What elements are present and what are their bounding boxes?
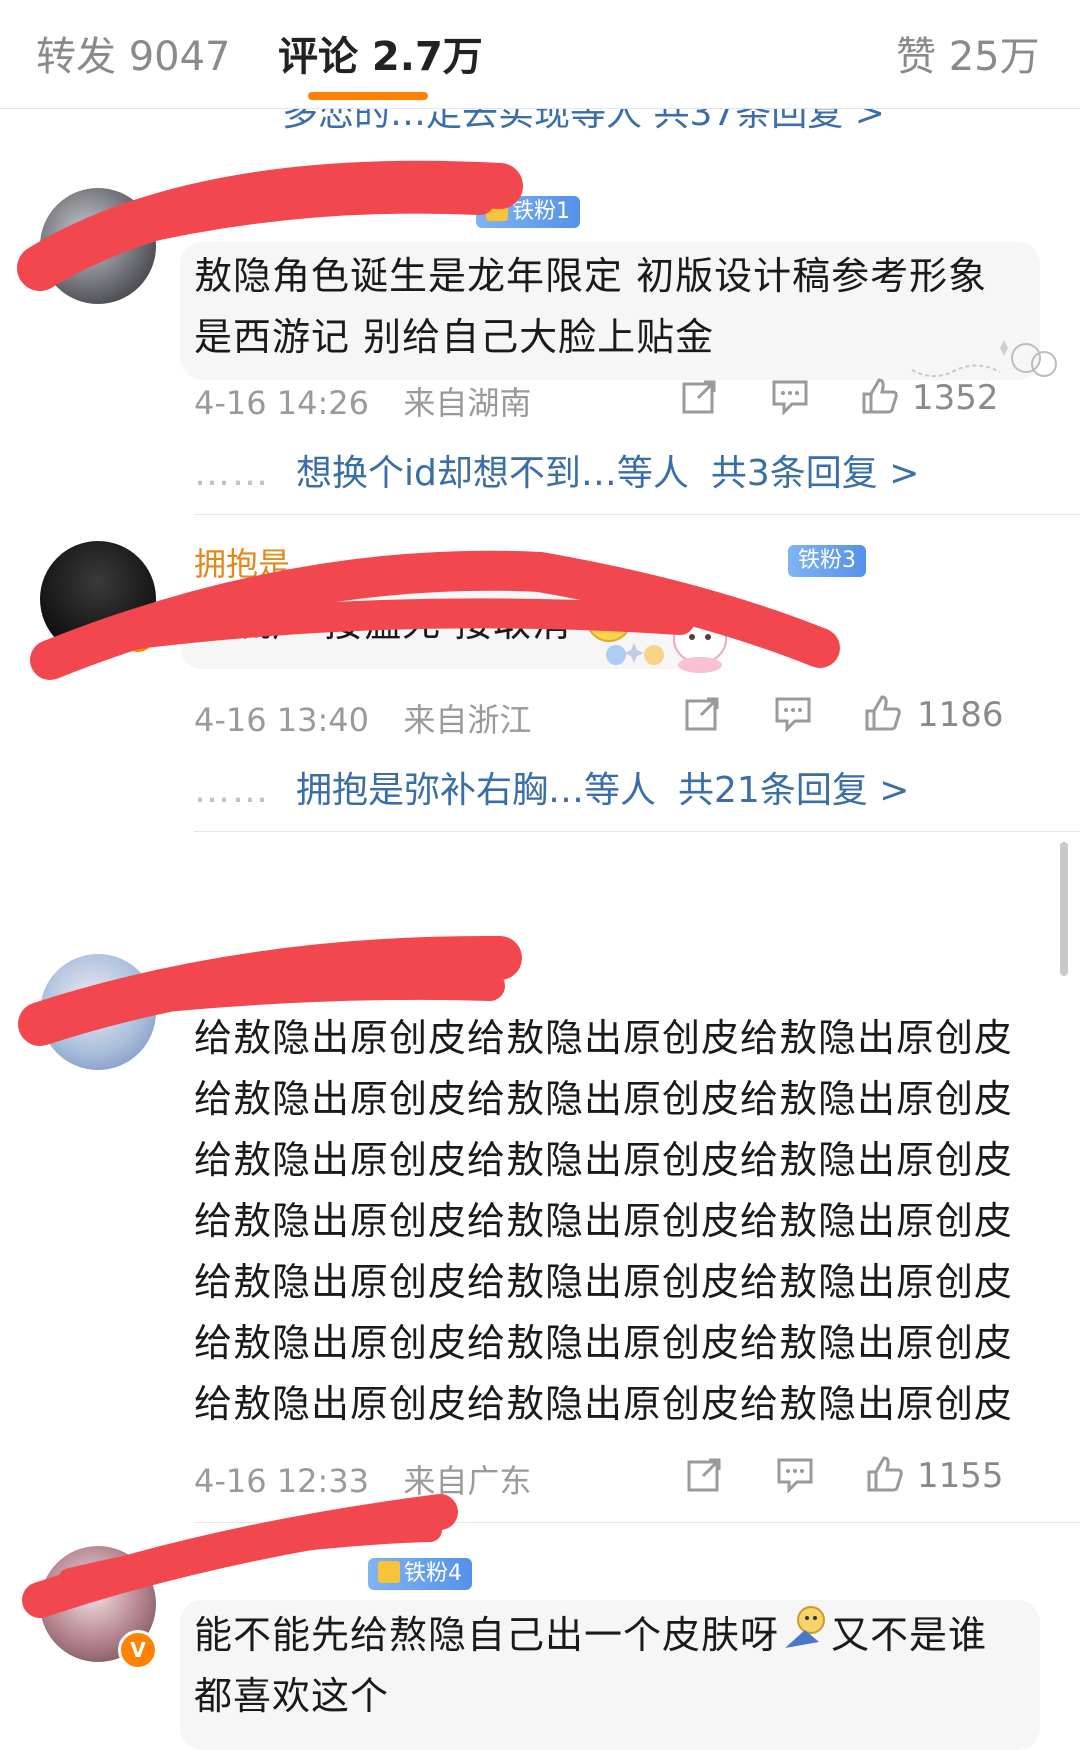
comment-time: 4-16 14:26 [194,384,370,422]
reply-count: 共21条回复 > [678,770,910,811]
reply-icon[interactable] [775,1454,815,1494]
reply-icon[interactable] [770,376,810,416]
reply-names: 想换个id却想不到…等人 [296,453,689,494]
share-icon[interactable] [685,1454,725,1494]
avatar[interactable] [40,188,156,304]
fan-badge-label: 铁粉4 [404,1561,462,1586]
reply-count: 共3条回复 > [710,453,920,494]
fan-badge-label: 铁粉3 [798,548,856,573]
avatar[interactable] [40,954,156,1070]
fan-badge: 铁粉4 [368,1558,472,1590]
bunny-sticker-icon [606,592,727,673]
username[interactable]: 仙 [194,952,226,998]
comment-text-part: 能不能先给熬隐自己出一个皮肤呀 [194,1613,780,1657]
comment-time: 4-16 13:40 [194,701,370,739]
comment-text-content: 接流产 接瘟死 接取消 [194,601,572,645]
fan-badge: 铁粉3 [788,545,866,577]
reply-dots: …… [194,770,270,811]
comment-actions: 1352 [680,376,1040,420]
comment-location: 来自湖南 [403,384,532,422]
comment-actions: 1186 [683,693,1040,737]
reply-icon[interactable] [773,693,813,733]
crown-icon [378,1561,400,1583]
like-count: 1352 [912,378,999,418]
comment-actions: 1155 [685,1454,1040,1498]
comment-text: 敖隐角色诞生是龙年限定 初版设计稿参考形象是西游记 别给自己大脸上贴金 [194,254,988,359]
like-count: 1186 [917,695,1004,735]
scrollbar[interactable] [1060,842,1068,976]
comment-text: 给敖隐出原创皮给敖隐出原创皮给敖隐出原创皮给敖隐出原创皮给敖隐出原创皮给敖隐出原… [194,1016,1014,1426]
comment-meta: 4-16 12:33 来自广东 [194,1456,531,1502]
reply-preview-link[interactable]: …… 拥抱是弥补右胸…等人 共21条回复 > [194,761,909,813]
active-tab-indicator [308,92,428,100]
fan-badge-label: 铁粉1 [512,199,570,224]
tab-likes[interactable]: 赞 25万 [896,24,1040,82]
divider [194,831,1080,832]
verified-badge-icon: V [118,615,158,655]
verified-badge-icon: V [118,1630,158,1670]
like-icon[interactable] [860,376,900,416]
like-icon[interactable] [863,693,903,733]
share-icon[interactable] [683,693,723,733]
username[interactable]: 拥抱是 [194,539,290,585]
reply-preview-link[interactable]: …… 想换个id却想不到…等人 共3条回复 > [194,444,919,496]
reply-names: 拥抱是弥补右胸…等人 [296,770,657,811]
divider [194,1522,1080,1523]
comment-text: 能不能先给熬隐自己出一个皮肤呀 又不是谁都喜欢这个 [194,1604,1024,1727]
comment-location: 来自浙江 [403,701,532,739]
like-icon[interactable] [865,1454,905,1494]
comment-time: 4-16 12:33 [194,1462,370,1500]
share-icon[interactable] [680,376,720,416]
comment-meta: 4-16 14:26 来自湖南 [194,378,531,424]
tab-reposts[interactable]: 转发 9047 [36,24,231,82]
tab-comments[interactable]: 评论 2.7万 [278,24,483,82]
reply-dots: …… [194,453,270,494]
comment-meta: 4-16 13:40 来自浙江 [194,695,531,741]
fan-badge: 铁粉1 [476,196,580,228]
divider [194,514,1080,515]
comment-location: 来自广东 [403,1462,532,1500]
like-count: 1155 [917,1456,1004,1496]
crown-icon [486,199,508,221]
comment-tab-bar: 转发 9047 评论 2.7万 赞 25万 [0,0,1080,109]
doge-emoji-icon [785,1606,826,1648]
